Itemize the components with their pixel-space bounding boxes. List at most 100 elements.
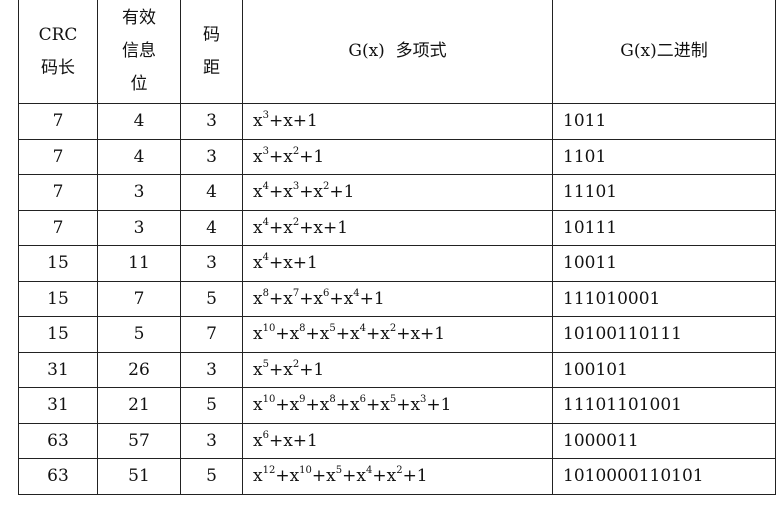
binary-cell: 10100110111 — [552, 316, 776, 353]
polynomial-term: +x — [268, 217, 293, 238]
polynomial-cell: x5+x2+1 — [242, 351, 553, 388]
polynomial-term: +x — [268, 288, 293, 309]
binary-cell: 11101101001 — [552, 387, 776, 424]
polynomial-exponent: 10 — [299, 465, 312, 477]
polynomial-exponent: 12 — [262, 465, 276, 477]
header-info-bits-line: 有效 — [122, 8, 156, 28]
polynomial-term: +x — [329, 288, 354, 309]
polynomial-term: +x — [365, 324, 390, 345]
info-bits-cell: 57 — [97, 422, 181, 459]
table-row: 7 4 3 x3+x+1 1011 — [18, 103, 776, 140]
polynomial-term: +x — [372, 466, 397, 487]
polynomial-term: +x+1 — [268, 111, 318, 132]
polynomial-term: x — [253, 146, 263, 167]
polynomial-term: x — [253, 466, 263, 487]
table-row: 31 21 5 x10+x9+x8+x6+x5+x3+1 11101101001 — [18, 387, 776, 424]
table-row: 15 7 5 x8+x7+x6+x4+1 111010001 — [18, 280, 776, 317]
binary-cell: 100101 — [552, 351, 776, 388]
header-row: CRC 码长 有效 信息 位 码 距 G(x) 多项式 G(x)二进制 — [18, 0, 776, 104]
polynomial-term: +x — [311, 466, 336, 487]
header-info-bits-line: 位 — [130, 74, 148, 94]
code-length-cell: 31 — [18, 387, 98, 424]
binary-cell: 11101 — [552, 174, 776, 211]
polynomial-term: +1 — [329, 182, 355, 203]
polynomial-term: +1 — [359, 288, 385, 309]
binary-cell: 1000011 — [552, 422, 776, 459]
polynomial-cell: x3+x+1 — [242, 103, 553, 140]
info-bits-cell: 3 — [97, 209, 181, 246]
polynomial-term: +x — [299, 182, 324, 203]
polynomial-term: +x — [396, 395, 421, 416]
info-bits-cell: 26 — [97, 351, 181, 388]
code-distance-cell: 5 — [180, 387, 243, 424]
polynomial-term: +1 — [299, 146, 325, 167]
header-crc-length: CRC 码长 — [18, 0, 98, 104]
code-distance-cell: 3 — [180, 422, 243, 459]
binary-cell: 10111 — [552, 209, 776, 246]
code-length-cell: 7 — [18, 174, 98, 211]
polynomial-term: x — [253, 288, 263, 309]
info-bits-cell: 51 — [97, 458, 181, 495]
polynomial-term: +x+1 — [396, 324, 446, 345]
info-bits-cell: 3 — [97, 174, 181, 211]
header-info-bits: 有效 信息 位 — [97, 0, 181, 104]
info-bits-cell: 21 — [97, 387, 181, 424]
table-row: 15 5 7 x10+x8+x5+x4+x2+x+1 10100110111 — [18, 316, 776, 353]
polynomial-cell: x10+x9+x8+x6+x5+x3+1 — [242, 387, 553, 424]
polynomial-term: +x — [299, 288, 324, 309]
binary-cell: 1011 — [552, 103, 776, 140]
code-length-cell: 15 — [18, 316, 98, 353]
crc-table: CRC 码长 有效 信息 位 码 距 G(x) 多项式 G(x)二进制 743x… — [18, 0, 776, 495]
polynomial-term: +x — [305, 324, 330, 345]
table-row: 63 57 3 x6+x+1 1000011 — [18, 422, 776, 459]
info-bits-cell: 5 — [97, 316, 181, 353]
header-binary: G(x)二进制 — [552, 0, 776, 104]
polynomial-cell: x4+x+1 — [242, 245, 553, 282]
header-crc-length-line: CRC — [38, 24, 78, 45]
binary-cell: 111010001 — [552, 280, 776, 317]
header-code-distance-line: 距 — [203, 57, 220, 78]
polynomial-term: +x — [335, 395, 360, 416]
table-row: 15 11 3 x4+x+1 10011 — [18, 245, 776, 282]
polynomial-term: +1 — [299, 359, 325, 380]
polynomial-exponent: 10 — [262, 394, 276, 406]
polynomial-cell: x12+x10+x5+x4+x2+1 — [242, 458, 553, 495]
polynomial-term: +x — [275, 395, 300, 416]
info-bits-cell: 11 — [97, 245, 181, 282]
polynomial-term: +x — [275, 324, 300, 345]
polynomial-term: x — [253, 430, 263, 451]
code-distance-cell: 4 — [180, 174, 243, 211]
polynomial-term: x — [253, 217, 263, 238]
polynomial-term: +1 — [402, 466, 428, 487]
table-row: 31 26 3 x5+x2+1 100101 — [18, 351, 776, 388]
polynomial-cell: x4+x3+x2+1 — [242, 174, 553, 211]
code-length-cell: 31 — [18, 351, 98, 388]
code-distance-cell: 3 — [180, 103, 243, 140]
polynomial-exponent: 10 — [262, 323, 276, 335]
polynomial-term: x — [253, 253, 263, 274]
code-distance-cell: 7 — [180, 316, 243, 353]
code-distance-cell: 3 — [180, 351, 243, 388]
polynomial-cell: x8+x7+x6+x4+1 — [242, 280, 553, 317]
polynomial-cell: x6+x+1 — [242, 422, 553, 459]
polynomial-cell: x4+x2+x+1 — [242, 209, 553, 246]
polynomial-term: +x — [305, 395, 330, 416]
header-info-bits-line: 信息 — [122, 41, 156, 61]
polynomial-term: x — [253, 395, 263, 416]
polynomial-term: +x+1 — [268, 430, 318, 451]
code-length-cell: 7 — [18, 138, 98, 175]
polynomial-term: +x — [268, 146, 293, 167]
code-length-cell: 7 — [18, 209, 98, 246]
polynomial-term: x — [253, 324, 263, 345]
header-code-distance-line: 码 — [203, 24, 220, 45]
binary-cell: 1101 — [552, 138, 776, 175]
polynomial-term: +x — [275, 466, 300, 487]
code-length-cell: 7 — [18, 103, 98, 140]
header-polynomial: G(x) 多项式 — [242, 0, 553, 104]
polynomial-term: +x — [335, 324, 360, 345]
polynomial-cell: x3+x2+1 — [242, 138, 553, 175]
binary-cell: 1010000110101 — [552, 458, 776, 495]
code-length-cell: 63 — [18, 458, 98, 495]
info-bits-cell: 4 — [97, 138, 181, 175]
polynomial-term: x — [253, 359, 263, 380]
